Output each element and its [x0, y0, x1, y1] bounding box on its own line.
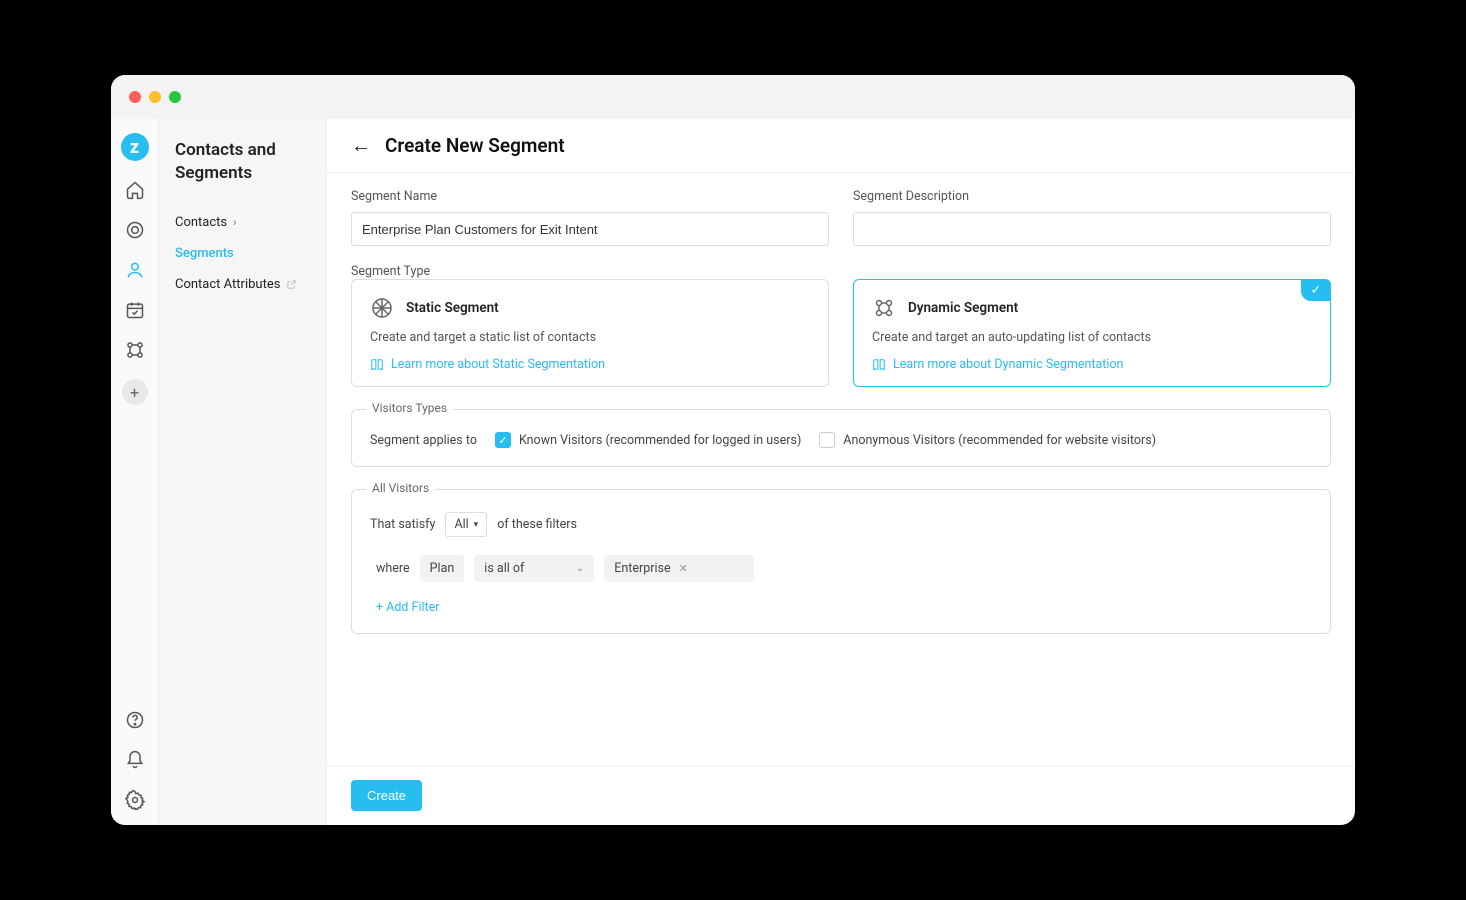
sidebar-title: Contacts and Segments: [175, 139, 310, 185]
sidebar-item-contact-attributes[interactable]: Contact Attributes: [175, 269, 310, 300]
home-icon[interactable]: [124, 179, 146, 201]
known-visitors-checkbox[interactable]: ✓ Known Visitors (recommended for logged…: [495, 432, 801, 448]
sidebar-item-contacts[interactable]: Contacts ›: [175, 207, 310, 238]
dynamic-learn-link[interactable]: Learn more about Dynamic Segmentation: [872, 357, 1312, 372]
help-icon[interactable]: [124, 709, 146, 731]
nav-rail: z +: [111, 119, 159, 825]
satisfy-post-text: of these filters: [497, 517, 577, 532]
app-window: z +: [111, 75, 1355, 825]
filter-value-chip[interactable]: Enterprise ✕: [604, 555, 754, 582]
sidebar-item-segments[interactable]: Segments: [175, 238, 310, 269]
anonymous-visitors-checkbox[interactable]: Anonymous Visitors (recommended for webs…: [819, 432, 1156, 448]
dynamic-segment-card[interactable]: ✓ Dynamic Segment Create and target an a…: [853, 279, 1331, 387]
static-learn-link[interactable]: Learn more about Static Segmentation: [370, 357, 810, 372]
book-icon: [370, 358, 384, 372]
window-minimize-dot[interactable]: [149, 91, 161, 103]
main-header: ← Create New Segment: [327, 119, 1355, 173]
settings-icon[interactable]: [124, 789, 146, 811]
workflow-icon[interactable]: [124, 339, 146, 361]
book-icon: [872, 358, 886, 372]
filter-operator-chip[interactable]: is all of ⌄: [474, 555, 594, 582]
campaigns-icon[interactable]: [124, 219, 146, 241]
chevron-down-icon: ⌄: [576, 563, 584, 574]
main-panel: ← Create New Segment Segment Name Segmen…: [327, 119, 1355, 825]
segment-type-label: Segment Type: [351, 264, 430, 279]
app-logo-icon[interactable]: z: [121, 133, 149, 161]
main-footer: Create: [327, 765, 1355, 825]
where-label: where: [376, 561, 410, 576]
chevron-down-icon: ▾: [474, 520, 479, 530]
satisfy-pre-text: That satisfy: [370, 517, 435, 532]
calendar-icon[interactable]: [124, 299, 146, 321]
window-zoom-dot[interactable]: [169, 91, 181, 103]
page-title: Create New Segment: [385, 134, 565, 157]
visitors-legend: Visitors Types: [366, 401, 453, 415]
segment-name-label: Segment Name: [351, 189, 829, 204]
external-link-icon: [286, 279, 297, 290]
static-segment-card[interactable]: Static Segment Create and target a stati…: [351, 279, 829, 387]
window-close-dot[interactable]: [129, 91, 141, 103]
filters-legend: All Visitors: [366, 481, 435, 495]
filter-attribute-chip[interactable]: Plan: [420, 555, 465, 582]
sidebar-item-label: Contact Attributes: [175, 277, 280, 292]
segment-name-input[interactable]: [351, 212, 829, 246]
add-filter-button[interactable]: + Add Filter: [370, 600, 1312, 615]
segment-desc-label: Segment Description: [853, 189, 1331, 204]
static-title: Static Segment: [406, 300, 499, 316]
create-button[interactable]: Create: [351, 780, 422, 811]
sidebar-item-label: Segments: [175, 246, 234, 261]
section-sidebar: Contacts and Segments Contacts › Segment…: [159, 119, 327, 825]
add-icon[interactable]: +: [122, 379, 148, 405]
static-desc: Create and target a static list of conta…: [370, 330, 810, 345]
selected-check-icon: ✓: [1301, 279, 1331, 301]
window-titlebar: [111, 75, 1355, 119]
notifications-icon[interactable]: [124, 749, 146, 771]
remove-value-icon[interactable]: ✕: [679, 562, 688, 575]
contacts-icon[interactable]: [124, 259, 146, 281]
dynamic-desc: Create and target an auto-updating list …: [872, 330, 1312, 345]
checkbox-checked-icon: ✓: [495, 432, 511, 448]
back-arrow-icon[interactable]: ←: [351, 133, 371, 158]
static-segment-icon: [370, 296, 394, 320]
checkbox-unchecked-icon: [819, 432, 835, 448]
segment-applies-label: Segment applies to: [370, 433, 477, 448]
filters-fieldset: All Visitors That satisfy All ▾ of these…: [351, 489, 1331, 634]
dynamic-title: Dynamic Segment: [908, 300, 1018, 316]
satisfy-mode-select[interactable]: All ▾: [445, 512, 487, 537]
segment-desc-input[interactable]: [853, 212, 1331, 246]
sidebar-item-label: Contacts: [175, 215, 227, 230]
dynamic-segment-icon: [872, 296, 896, 320]
visitors-fieldset: Visitors Types Segment applies to ✓ Know…: [351, 409, 1331, 467]
chevron-right-icon: ›: [233, 216, 236, 229]
